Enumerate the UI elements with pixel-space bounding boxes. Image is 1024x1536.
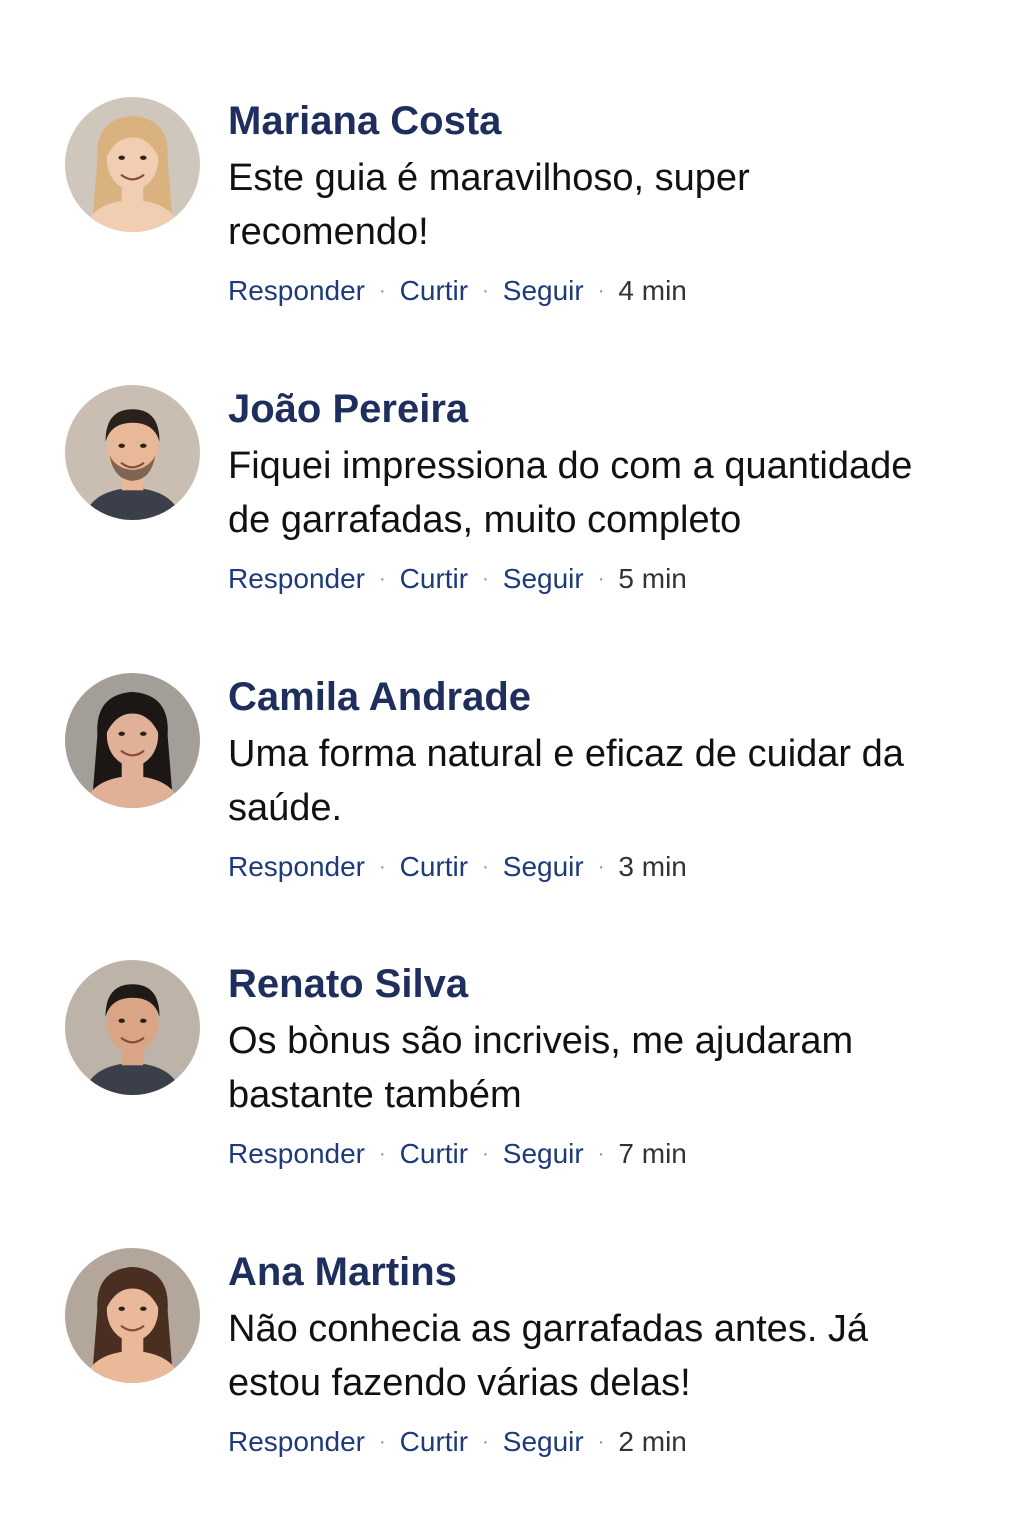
reply-link[interactable]: Responder <box>228 1426 365 1458</box>
comment-text: Os bònus são incriveis, me ajudaram bast… <box>228 1020 854 1116</box>
follow-link[interactable]: Seguir <box>503 851 584 883</box>
portrait-image <box>65 97 200 232</box>
comment-actions: Responder · Curtir · Seguir · 5 min <box>228 563 968 595</box>
comment-text: Não conhecia as garrafadas antes. Já est… <box>228 1308 869 1404</box>
follow-link[interactable]: Seguir <box>503 563 584 595</box>
like-link[interactable]: Curtir <box>400 1138 468 1170</box>
separator-dot: · <box>482 1431 489 1453</box>
comment-author[interactable]: Ana Martins <box>228 1248 968 1296</box>
portrait-image <box>65 960 200 1095</box>
like-link[interactable]: Curtir <box>400 851 468 883</box>
comment-text: Este guia é maravilhoso, super recomendo… <box>228 157 750 253</box>
comment-actions: Responder · Curtir · Seguir · 7 min <box>228 1138 968 1170</box>
comment-body: Ana Martins Não conhecia as garrafadas a… <box>228 1248 968 1458</box>
comment-author[interactable]: João Pereira <box>228 385 968 433</box>
portrait-image <box>65 1248 200 1383</box>
avatar[interactable] <box>65 97 200 232</box>
separator-dot: · <box>378 1431 386 1453</box>
separator-dot: · <box>378 568 386 590</box>
avatar[interactable] <box>65 673 200 808</box>
comment-text: Fiquei impressiona do com a quantidade d… <box>228 445 913 541</box>
avatar[interactable] <box>65 385 200 520</box>
like-link[interactable]: Curtir <box>400 275 468 307</box>
reply-link[interactable]: Responder <box>228 275 365 307</box>
comment-actions: Responder · Curtir · Seguir · 3 min <box>228 851 968 883</box>
separator-dot: · <box>378 856 386 878</box>
comment-author[interactable]: Mariana Costa <box>228 97 968 145</box>
comment-body: Camila Andrade Uma forma natural e efica… <box>228 673 968 883</box>
comment-time: 7 min <box>618 1138 687 1169</box>
comment-time: 4 min <box>618 275 687 306</box>
comment-author[interactable]: Renato Silva <box>228 960 968 1008</box>
comment-time: 3 min <box>618 851 687 882</box>
follow-link[interactable]: Seguir <box>503 275 584 307</box>
comment-author[interactable]: Camila Andrade <box>228 673 968 721</box>
reply-link[interactable]: Responder <box>228 851 365 883</box>
comment-time: 2 min <box>618 1426 687 1457</box>
separator-dot: · <box>597 1431 605 1453</box>
separator-dot: · <box>597 568 605 590</box>
separator-dot: · <box>378 280 386 302</box>
separator-dot: · <box>482 280 489 302</box>
separator-dot: · <box>378 1143 386 1165</box>
reply-link[interactable]: Responder <box>228 563 365 595</box>
comment-text: Uma forma natural e eficaz de cuidar da … <box>228 733 904 829</box>
reply-link[interactable]: Responder <box>228 1138 365 1170</box>
comment-body: João Pereira Fiquei impressiona do com a… <box>228 385 968 595</box>
comment-actions: Responder · Curtir · Seguir · 4 min <box>228 275 968 307</box>
comment-body: Mariana Costa Este guia é maravilhoso, s… <box>228 97 968 307</box>
comment-body: Renato Silva Os bònus são incriveis, me … <box>228 960 968 1170</box>
portrait-image <box>65 673 200 808</box>
separator-dot: · <box>597 856 605 878</box>
comment-actions: Responder · Curtir · Seguir · 2 min <box>228 1426 968 1458</box>
separator-dot: · <box>597 1143 605 1165</box>
comment-time: 5 min <box>618 563 687 594</box>
separator-dot: · <box>482 568 489 590</box>
separator-dot: · <box>597 280 605 302</box>
avatar[interactable] <box>65 960 200 1095</box>
follow-link[interactable]: Seguir <box>503 1426 584 1458</box>
separator-dot: · <box>482 1143 489 1165</box>
like-link[interactable]: Curtir <box>400 1426 468 1458</box>
avatar[interactable] <box>65 1248 200 1383</box>
portrait-image <box>65 385 200 520</box>
follow-link[interactable]: Seguir <box>503 1138 584 1170</box>
separator-dot: · <box>482 856 489 878</box>
like-link[interactable]: Curtir <box>400 563 468 595</box>
